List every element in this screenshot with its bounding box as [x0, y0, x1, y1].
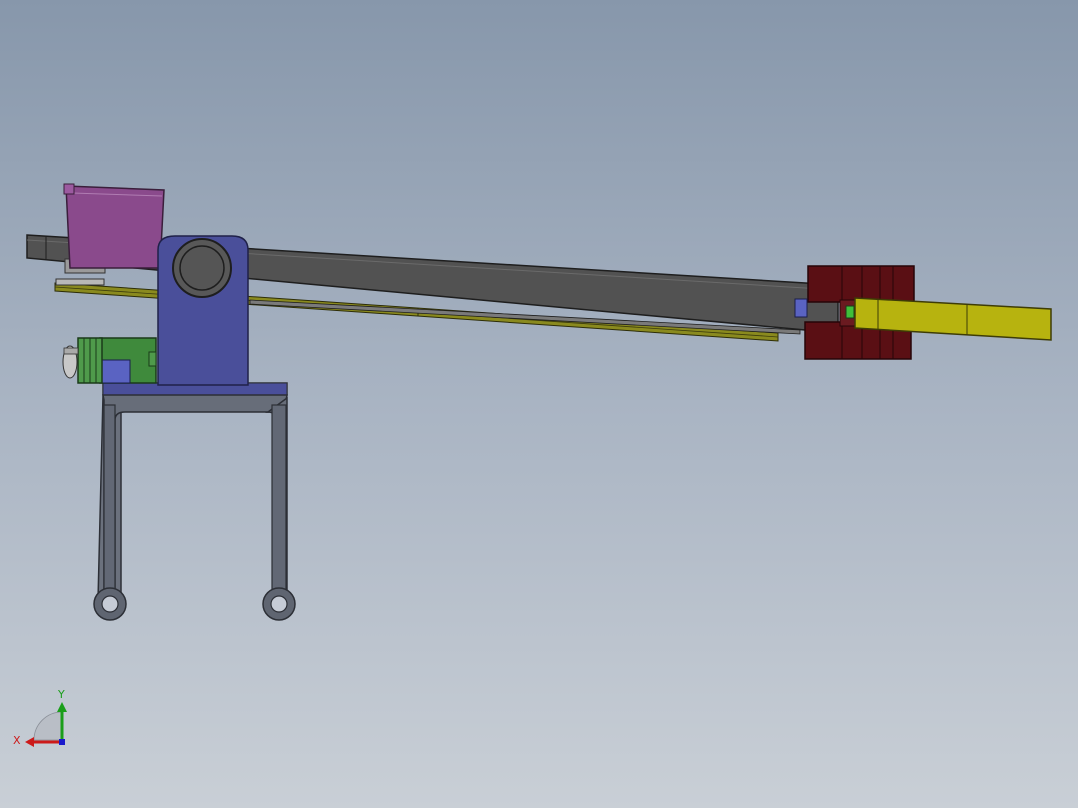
cad-model[interactable] [0, 0, 1078, 808]
coordinate-triad: Y X [13, 688, 67, 747]
x-axis-label: X [13, 734, 21, 747]
pivot-bracket[interactable] [157, 235, 249, 386]
motor-block[interactable] [63, 183, 165, 269]
green-actuator[interactable] [62, 337, 157, 384]
y-axis-label: Y [57, 688, 65, 701]
support-frame[interactable] [93, 382, 296, 621]
graphics-viewport[interactable]: Y X [0, 0, 1078, 808]
z-axis-marker [59, 739, 65, 745]
